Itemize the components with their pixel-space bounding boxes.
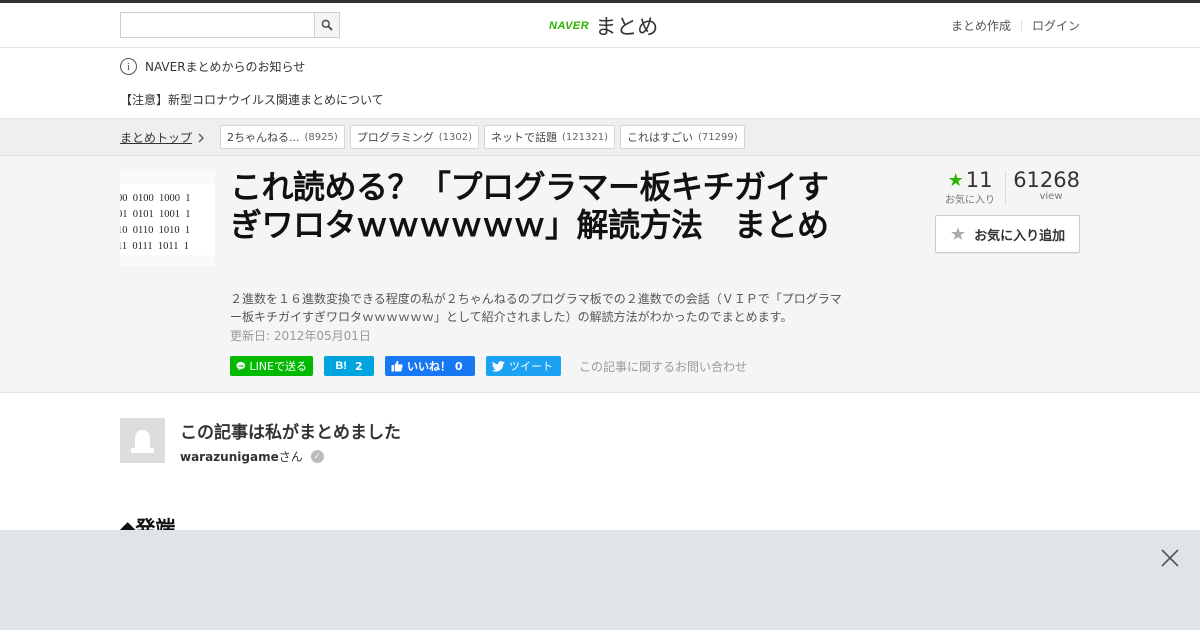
hatena-icon: B!: [335, 360, 347, 372]
tag-label: これはすごい: [627, 131, 694, 144]
tag-count: (1302): [438, 131, 473, 143]
favorites-count: 11: [965, 168, 993, 192]
thumbs-up-icon: [391, 360, 403, 372]
views-stat: 61268 view: [1006, 168, 1080, 202]
info-icon: i: [120, 58, 137, 75]
thumb-line: 00 0100 1000 1: [120, 193, 191, 204]
tag-label: プログラミング: [356, 131, 434, 144]
facebook-like-label: いいね！ 0: [407, 360, 463, 373]
contact-link[interactable]: この記事に関するお問い合わせ: [579, 358, 747, 375]
thumb-line: 01 0101 1001 1: [120, 209, 191, 220]
notice-item-link[interactable]: 【注意】新型コロナウイルス関連まとめについて: [120, 91, 384, 108]
header-links: まとめ作成 ログイン: [951, 17, 1080, 34]
article-title: これ読める？「プログラマー板キチガイすぎワロタｗｗｗｗｗｗ」解読方法 まとめ: [230, 168, 829, 244]
close-icon: [1161, 549, 1179, 567]
tweet-button[interactable]: ツイート: [486, 356, 561, 376]
thumb-line: 11 0111 1011 1: [120, 241, 189, 252]
avatar[interactable]: [120, 418, 165, 463]
tag-count: (71299): [698, 131, 738, 143]
updated-date: 更新日: 2012年05月01日: [230, 329, 371, 343]
tag-label: 2ちゃんねる...: [227, 131, 300, 144]
star-icon: ★: [947, 169, 964, 191]
breadcrumb: まとめトップ 2ちゃんねる... (8925) プログラミング (1302) ネット…: [0, 119, 1200, 156]
article-thumbnail[interactable]: 00 0100 1000 1 01 0101 1001 1 10 0110 10…: [120, 171, 215, 266]
tag-item[interactable]: プログラミング (1302): [349, 125, 480, 149]
verified-check-icon: ✓: [310, 450, 324, 463]
tweet-label: ツイート: [509, 360, 553, 373]
close-button[interactable]: [1160, 548, 1180, 568]
tag-item[interactable]: ネットで話題 (121321): [484, 125, 616, 149]
views-label: view: [1039, 191, 1063, 202]
author-suffix: さん: [278, 450, 303, 464]
site-logo[interactable]: NAVER まとめ: [549, 12, 658, 40]
article-header: 00 0100 1000 1 01 0101 1001 1 10 0110 10…: [0, 156, 1200, 393]
logo-matome: まとめ: [595, 15, 659, 39]
hatena-bookmark-button[interactable]: B! 2: [324, 356, 374, 376]
add-favorite-button[interactable]: ★ お気に入り追加: [935, 215, 1080, 253]
line-share-label: LINEで送る: [249, 360, 307, 373]
tag-count: (8925): [304, 131, 338, 143]
breadcrumb-home-label: まとめトップ: [120, 131, 193, 145]
search-button[interactable]: [314, 13, 339, 37]
divider: [1020, 20, 1022, 31]
svg-text:LINE: LINE: [237, 364, 244, 368]
top-header: NAVER まとめ まとめ作成 ログイン: [0, 0, 1200, 48]
thumb-line: 10 0110 1010 1: [120, 225, 190, 236]
notice-heading-row: i NAVERまとめからのお知らせ: [120, 58, 305, 75]
hatena-count: 2: [354, 359, 363, 373]
search-box: [120, 12, 340, 38]
star-icon: ★: [949, 223, 967, 245]
tag-item[interactable]: これはすごい (71299): [620, 125, 745, 149]
breadcrumb-home-link[interactable]: まとめトップ: [120, 129, 204, 146]
article-description: ２進数を１６進数変換できる程度の私が２ちゃんねるのプログラマ板での２進数での会話…: [230, 292, 842, 324]
line-icon: LINE: [236, 361, 246, 371]
notice-heading: NAVERまとめからのお知らせ: [145, 60, 306, 74]
favorites-label: お気に入り: [945, 195, 995, 206]
create-matome-link[interactable]: まとめ作成: [951, 17, 1011, 34]
chevron-right-icon: [198, 133, 204, 142]
search-icon: [321, 19, 333, 31]
tag-count: (121321): [562, 131, 609, 143]
article-stats: ★ 11 お気に入り 61268 view: [935, 168, 1080, 206]
twitter-bird-icon: [492, 360, 505, 372]
share-bar: LINE LINEで送る B! 2 いいね！ 0 ツイート この記事に関するお問…: [230, 356, 747, 376]
author-name-row: warazunigameさん ✓: [180, 448, 324, 465]
add-favorite-label: お気に入り追加: [974, 228, 1066, 244]
favorites-stat: ★ 11 お気に入り: [935, 168, 1005, 206]
login-link[interactable]: ログイン: [1032, 17, 1080, 34]
tag-list: 2ちゃんねる... (8925) プログラミング (1302) ネットで話題 (121…: [220, 125, 745, 149]
facebook-like-button[interactable]: いいね！ 0: [385, 356, 475, 376]
tag-item[interactable]: 2ちゃんねる... (8925): [220, 125, 345, 149]
logo-naver: NAVER: [549, 20, 590, 32]
tag-label: ネットで話題: [491, 131, 558, 144]
line-share-button[interactable]: LINE LINEで送る: [230, 356, 313, 376]
notice-panel: i NAVERまとめからのお知らせ 【注意】新型コロナウイルス関連まとめについて: [0, 48, 1200, 119]
author-name-link[interactable]: warazunigame: [180, 450, 279, 464]
search-input[interactable]: [121, 13, 315, 37]
views-count: 61268: [1013, 168, 1080, 192]
ad-overlay: [0, 530, 1200, 630]
author-heading: この記事は私がまとめました: [180, 423, 401, 443]
